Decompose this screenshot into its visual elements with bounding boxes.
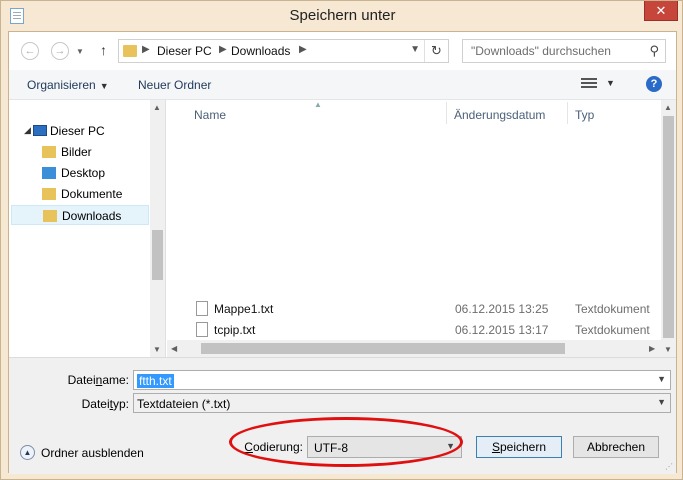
scroll-up-icon[interactable]: ▲ [153,103,161,112]
column-divider[interactable] [446,102,447,124]
hide-folders-button[interactable]: Ordner ausblenden [41,446,144,460]
column-header-name[interactable]: Name [194,108,226,122]
encoding-label: Codierung: [244,440,303,454]
chevron-down-icon[interactable]: ▼ [446,441,455,451]
scroll-down-icon[interactable]: ▼ [664,345,672,354]
file-date: 06.12.2015 13:25 [455,302,549,316]
tree-item-pictures[interactable]: Bilder [11,142,149,162]
resize-grip-icon[interactable]: ⋰ [665,462,673,471]
search-icon[interactable]: ⚲ [649,43,659,59]
navigation-pane: ◢ Dieser PC Bilder Desktop Dokumente Dow… [9,100,166,357]
cancel-button[interactable]: Abbrechen [573,436,659,458]
address-row: ← → ▼ ↑ ▶ Dieser PC ▶ Downloads ▶ ▼ ↻ "D… [9,32,676,70]
back-icon[interactable]: ← [21,42,39,60]
search-placeholder: "Downloads" durchsuchen [471,44,611,58]
tree-item-label: Desktop [61,166,106,180]
organize-button[interactable]: Organisieren ▼ [27,78,109,92]
breadcrumb-separator-icon[interactable]: ▶ [219,44,227,55]
filename-input[interactable]: ftth.txt ▼ [133,370,671,390]
tree-item-this-pc[interactable]: ◢ Dieser PC [11,121,149,141]
file-name: tcpip.txt [214,323,256,337]
horizontal-scrollbar[interactable]: ◀ ▶ [167,340,661,357]
scroll-thumb[interactable] [201,343,565,354]
scroll-thumb[interactable] [663,116,674,338]
scroll-down-icon[interactable]: ▼ [153,345,161,354]
scroll-right-icon[interactable]: ▶ [649,344,655,353]
tree-item-documents[interactable]: Dokumente [11,184,149,204]
filetype-label: Dateityp: [81,397,129,411]
view-options-icon[interactable] [581,78,597,90]
computer-icon [33,125,47,136]
chevron-down-icon: ▼ [99,81,109,91]
file-type: Textdokument [575,323,650,337]
tree-item-label: Downloads [62,209,122,223]
close-button[interactable]: ✕ [644,1,678,21]
chevron-down-icon[interactable]: ▼ [657,374,666,384]
tree-item-desktop[interactable]: Desktop [11,163,149,183]
file-list: ▲ Name Änderungsdatum Typ Mappe1.txt 06.… [167,100,676,357]
new-folder-button[interactable]: Neuer Ordner [138,78,211,92]
file-type: Textdokument [575,302,650,316]
address-dropdown-icon[interactable]: ▼ [410,44,420,55]
tree-item-downloads[interactable]: Downloads [11,205,149,225]
encoding-value: UTF-8 [314,441,348,455]
column-divider[interactable] [567,102,568,124]
text-file-icon [196,301,208,316]
tree-item-label: Dokumente [61,187,123,201]
file-date: 06.12.2015 13:17 [455,323,549,337]
chevron-down-icon[interactable]: ▼ [657,397,666,407]
filename-label: Dateiname: [67,373,129,387]
forward-icon[interactable]: → [51,42,69,60]
window-title: Speichern unter [289,7,396,24]
save-button[interactable]: Speichern [476,436,562,458]
column-header-type[interactable]: Typ [575,108,594,122]
folder-icon [123,45,137,57]
column-header-date[interactable]: Änderungsdatum [454,108,545,122]
save-as-dialog: Speichern unter ✕ ← → ▼ ↑ ▶ Dieser PC ▶ … [0,0,683,480]
filetype-select[interactable]: Textdateien (*.txt) ▼ [133,393,671,413]
search-box[interactable]: "Downloads" durchsuchen ⚲ [462,39,666,63]
help-icon[interactable]: ? [646,76,662,92]
scroll-left-icon[interactable]: ◀ [171,344,177,353]
file-row[interactable]: tcpip.txt 06.12.2015 13:17 Textdokument [194,320,650,340]
documents-folder-icon [42,188,56,200]
filename-value[interactable]: ftth.txt [137,374,174,388]
file-row[interactable]: Mappe1.txt 06.12.2015 13:25 Textdokument [194,299,650,319]
scroll-up-icon[interactable]: ▲ [664,103,672,112]
breadcrumb-separator-icon[interactable]: ▶ [142,44,150,55]
text-file-icon [196,322,208,337]
recent-locations-icon[interactable]: ▼ [76,47,84,56]
file-list-scrollbar[interactable]: ▲ ▼ [661,100,676,357]
filetype-value: Textdateien (*.txt) [137,397,231,411]
breadcrumb-this-pc[interactable]: Dieser PC [157,44,212,58]
breadcrumb-separator-icon[interactable]: ▶ [299,44,307,55]
nav-scrollbar[interactable]: ▲ ▼ [150,100,165,357]
address-bar[interactable]: ▶ Dieser PC ▶ Downloads ▶ ▼ ↻ [118,39,449,63]
desktop-folder-icon [42,167,56,179]
dialog-client: ← → ▼ ↑ ▶ Dieser PC ▶ Downloads ▶ ▼ ↻ "D… [8,31,677,474]
tree-item-label: Bilder [61,145,92,159]
expand-icon[interactable]: ◢ [24,125,31,136]
command-bar: Organisieren ▼ Neuer Ordner ▼ ? [9,70,676,100]
tree-item-label: Dieser PC [50,124,105,138]
sort-ascending-icon: ▲ [314,100,322,109]
encoding-select[interactable]: UTF-8 ▼ [307,436,462,458]
pictures-folder-icon [42,146,56,158]
save-options-panel: Dateiname: ftth.txt ▼ Dateityp: Textdate… [9,357,676,474]
file-name: Mappe1.txt [214,302,274,316]
title-bar[interactable]: Speichern unter ✕ [1,1,683,31]
up-icon[interactable]: ↑ [100,42,107,58]
chevron-down-icon[interactable]: ▼ [606,78,615,88]
scroll-thumb[interactable] [152,230,163,280]
breadcrumb-downloads[interactable]: Downloads [231,44,290,58]
organize-label: Organisieren [27,78,96,92]
downloads-folder-icon [43,210,57,222]
refresh-icon[interactable]: ↻ [424,40,448,62]
collapse-folders-icon[interactable]: ▲ [20,445,35,460]
